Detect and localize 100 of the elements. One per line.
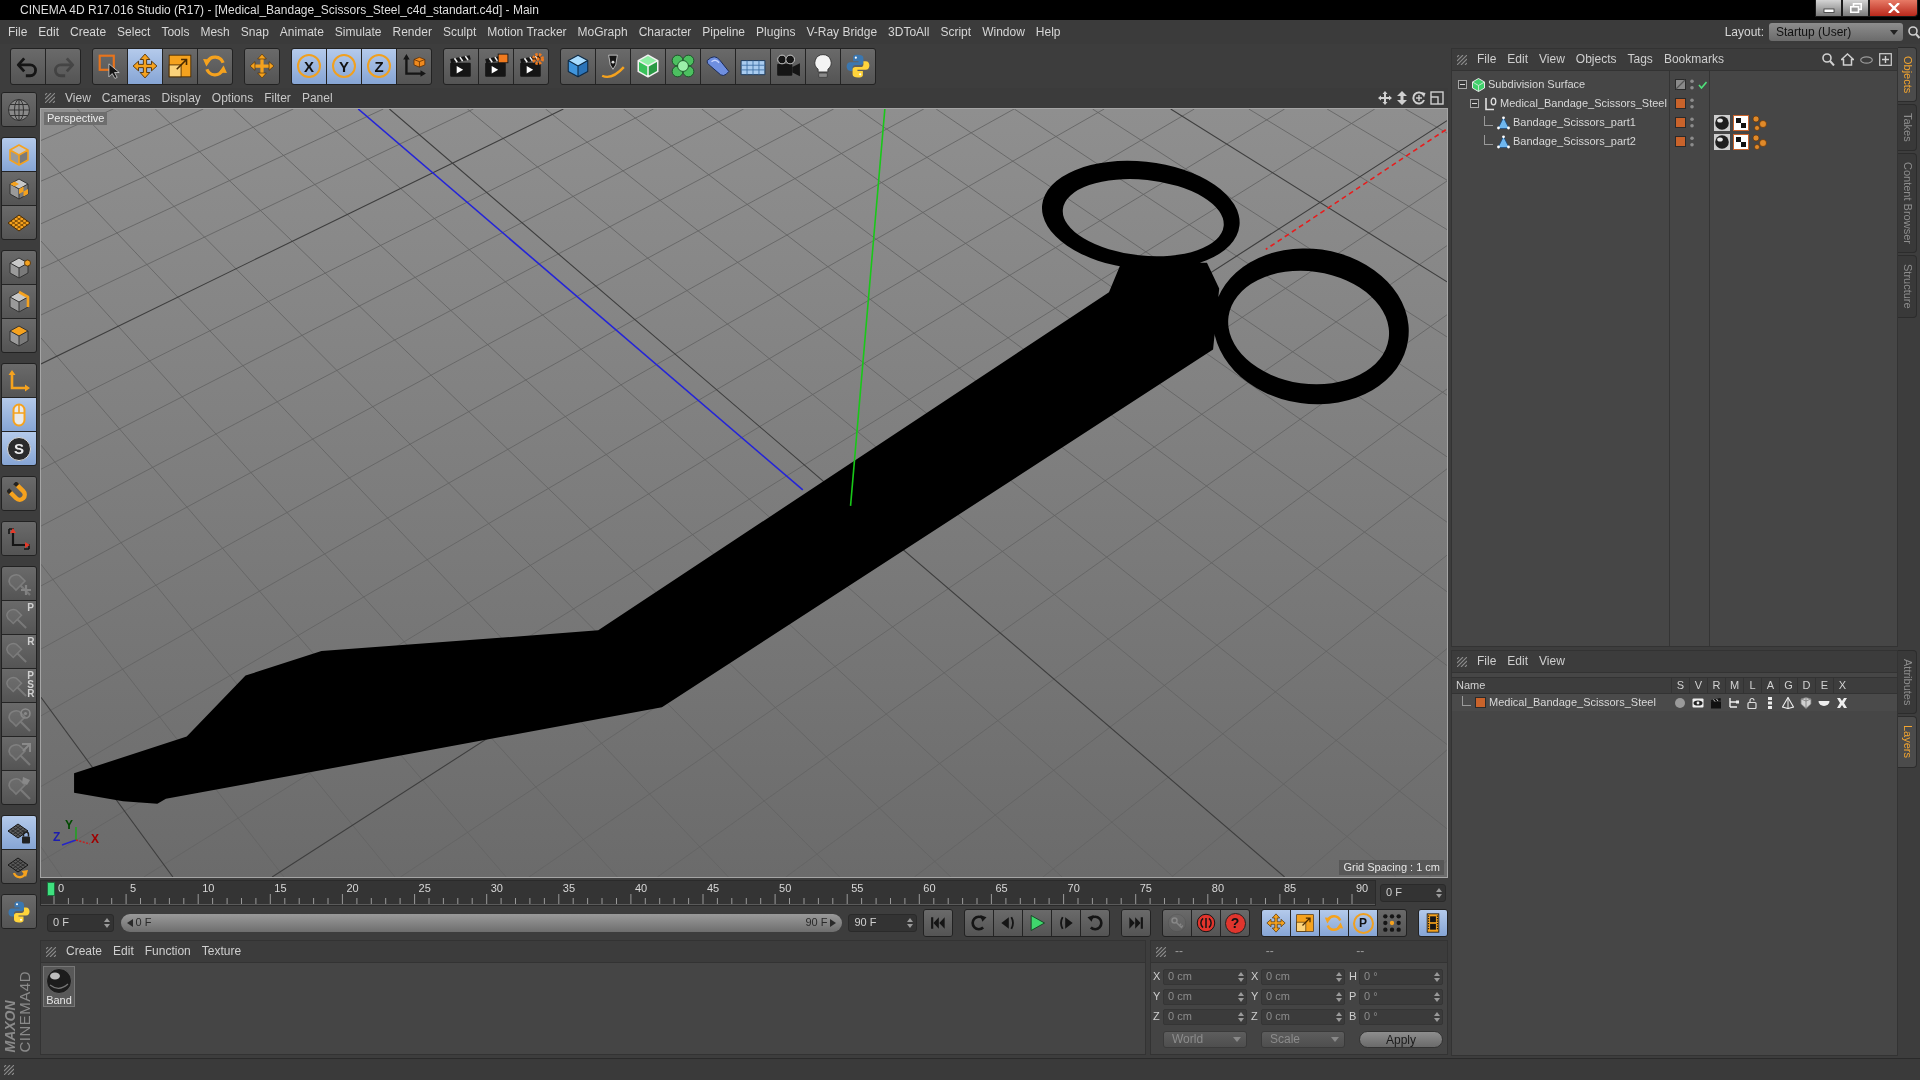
coordinate-field[interactable]: 0 ° xyxy=(1359,989,1443,1005)
menu-item[interactable]: Motion Tracker xyxy=(487,24,567,40)
side-tab[interactable]: Content Browser xyxy=(1898,153,1917,253)
visibility-dots-icon[interactable] xyxy=(1690,98,1694,109)
workplane-lock-button[interactable] xyxy=(2,816,36,849)
menu-item[interactable]: Pipeline xyxy=(702,24,746,40)
live-selection-button[interactable] xyxy=(93,48,127,84)
coordinate-field[interactable]: 0 ° xyxy=(1359,969,1443,985)
edges-mode-button[interactable] xyxy=(2,285,36,318)
check-icon[interactable] xyxy=(1698,80,1707,89)
menu-item[interactable]: Bookmarks xyxy=(1663,52,1724,67)
coordinate-system-button[interactable] xyxy=(397,48,431,84)
eye-icon[interactable] xyxy=(1692,696,1704,709)
visibility-dots-icon[interactable] xyxy=(1690,79,1694,90)
home-icon[interactable] xyxy=(1841,53,1854,66)
menu-item[interactable]: Animate xyxy=(279,24,324,40)
light-button[interactable] xyxy=(806,48,840,84)
object-row[interactable]: Bandage_Scissors_part2 xyxy=(1452,132,1897,151)
point-level-button[interactable] xyxy=(1378,910,1406,936)
menu-item[interactable]: MoGraph xyxy=(577,24,628,40)
restore-button[interactable] xyxy=(1842,0,1869,17)
corner-tool-button[interactable] xyxy=(2,522,36,555)
right-arrow-icon[interactable] xyxy=(830,919,837,927)
end-frame-field[interactable]: 90 F xyxy=(848,914,917,932)
column-header[interactable]: A xyxy=(1761,678,1779,693)
go-to-end-button[interactable] xyxy=(1122,910,1150,936)
menu-item[interactable]: Simulate xyxy=(334,24,382,40)
ball-cluster-icon[interactable] xyxy=(1752,114,1768,131)
menu-item[interactable]: Panel xyxy=(301,90,333,106)
script-button[interactable] xyxy=(841,48,875,84)
previous-frame-button[interactable] xyxy=(994,910,1022,936)
column-header[interactable]: V xyxy=(1689,678,1707,693)
checker-icon[interactable] xyxy=(1733,114,1749,131)
deformer-button[interactable] xyxy=(701,48,735,84)
axis-lock-button[interactable]: Z xyxy=(362,48,396,84)
layer-name[interactable]: Medical_Bandage_Scissors_Steel xyxy=(1489,695,1656,710)
subdivision-button[interactable] xyxy=(631,48,665,84)
position-key-button[interactable] xyxy=(1262,910,1290,936)
move-view-icon[interactable] xyxy=(1378,91,1392,105)
object-name[interactable]: Bandage_Scissors_part1 xyxy=(1513,115,1636,130)
menu-item[interactable]: Edit xyxy=(1507,654,1529,669)
column-header[interactable]: S xyxy=(1671,678,1689,693)
magnet-button[interactable] xyxy=(2,477,36,510)
layer-row[interactable]: Medical_Bandage_Scissors_Steel xyxy=(1452,694,1897,711)
object-name[interactable]: Bandage_Scissors_part2 xyxy=(1513,134,1636,149)
side-tab[interactable]: Takes xyxy=(1898,104,1917,152)
menu-item[interactable]: View xyxy=(1539,52,1565,67)
axis-lock-button[interactable]: X xyxy=(292,48,326,84)
polygons-mode-button[interactable] xyxy=(2,319,36,352)
object-name[interactable]: Medical_Bandage_Scissors_Steel xyxy=(1500,96,1667,111)
pyramid-icon[interactable] xyxy=(1782,696,1794,709)
menu-item[interactable]: V-Ray Bridge xyxy=(806,24,878,40)
search-icon[interactable] xyxy=(1908,25,1920,39)
menu-item[interactable]: Character xyxy=(638,24,692,40)
object-row[interactable]: Bandage_Scissors_part1 xyxy=(1452,113,1897,132)
material-item[interactable]: Band xyxy=(43,966,75,1008)
menu-item[interactable]: Mesh xyxy=(200,24,230,40)
ellipse-icon[interactable] xyxy=(1860,55,1873,64)
checker-icon[interactable] xyxy=(1733,133,1749,150)
model-mode-button[interactable] xyxy=(2,138,36,171)
menu-item[interactable]: Tags xyxy=(1627,52,1653,67)
layer-color-icon[interactable] xyxy=(1475,697,1486,708)
cloner-button[interactable] xyxy=(666,48,700,84)
menu-item[interactable]: Create xyxy=(70,24,107,40)
menu-item[interactable]: File xyxy=(8,24,28,40)
workplane-mode-button[interactable] xyxy=(2,206,36,239)
column-header[interactable]: E xyxy=(1815,678,1833,693)
playhead-handle[interactable] xyxy=(47,882,55,896)
menu-item[interactable]: File xyxy=(1477,654,1497,669)
column-header[interactable]: X xyxy=(1833,678,1851,693)
menu-item[interactable]: Window xyxy=(982,24,1025,40)
minimize-button[interactable] xyxy=(1815,0,1842,17)
visibility-dots-icon[interactable] xyxy=(1690,136,1694,147)
scale-key-button[interactable] xyxy=(1291,910,1319,936)
menu-item[interactable]: Display xyxy=(161,90,201,106)
menu-item[interactable]: Render xyxy=(392,24,432,40)
side-tab[interactable]: Layers xyxy=(1898,716,1917,768)
menu-item[interactable]: Objects xyxy=(1575,52,1617,67)
menu-item[interactable]: Help xyxy=(1035,24,1061,40)
menu-item[interactable]: Plugins xyxy=(756,24,796,40)
menu-item[interactable]: Create xyxy=(66,944,103,959)
menu-item[interactable]: Cameras xyxy=(101,90,151,106)
close-button[interactable] xyxy=(1869,0,1918,17)
next-key-button[interactable] xyxy=(1081,910,1109,936)
points-mode-button[interactable] xyxy=(2,251,36,284)
parameter-key-button[interactable]: P xyxy=(1349,910,1377,936)
menu-item[interactable]: Filter xyxy=(264,90,291,106)
object-name[interactable]: Subdivision Surface xyxy=(1488,77,1586,92)
layer-color-icon[interactable] xyxy=(1675,98,1686,109)
collapse-box-icon[interactable] xyxy=(1470,99,1479,108)
object-row[interactable]: Medical_Bandage_Scissors_Steel xyxy=(1452,94,1897,113)
layout-dropdown[interactable]: Startup (User) xyxy=(1769,23,1903,41)
left-arrow-icon[interactable] xyxy=(126,919,133,927)
floor-button[interactable] xyxy=(736,48,770,84)
menu-item[interactable]: Snap xyxy=(240,24,269,40)
apply-button[interactable]: Apply xyxy=(1359,1031,1443,1048)
pen-button[interactable] xyxy=(596,48,630,84)
object-row[interactable]: Subdivision Surface xyxy=(1452,75,1897,94)
column-header[interactable]: M xyxy=(1725,678,1743,693)
lock-icon[interactable] xyxy=(1746,696,1758,709)
